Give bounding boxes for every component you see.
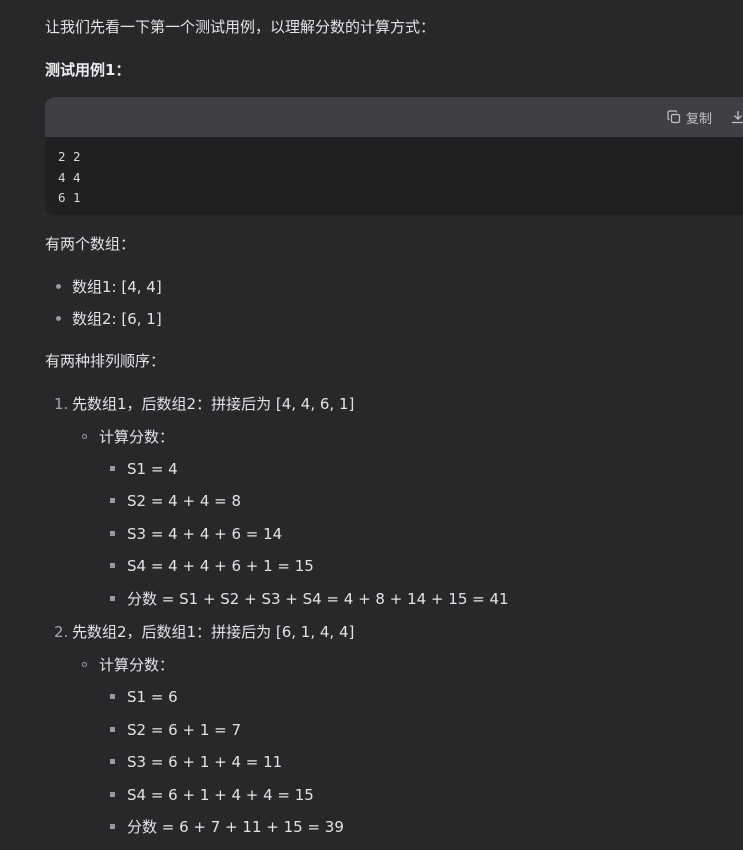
code-line: 2 2	[58, 149, 81, 164]
bullet-square	[110, 596, 115, 601]
orders-heading: 有两种排列顺序：	[45, 352, 166, 370]
sub-label: 计算分数：	[99, 656, 175, 674]
list-number: 1.	[54, 395, 69, 413]
step-item: S3 = 4 + 4 + 6 = 14	[127, 525, 283, 543]
copy-icon	[667, 110, 681, 124]
bullet-square	[110, 727, 115, 732]
bullet-square	[110, 466, 115, 471]
order-title: 先数组1，后数组2：拼接后为 [4, 4, 6, 1]	[72, 395, 355, 413]
step-item: S4 = 6 + 1 + 4 + 4 = 15	[127, 786, 314, 804]
arrays-heading: 有两个数组：	[45, 235, 136, 253]
download-icon	[731, 110, 743, 124]
download-button[interactable]	[731, 107, 743, 127]
step-item: S1 = 6	[127, 688, 178, 706]
code-line: 6 1	[58, 190, 81, 205]
bullet-square	[110, 824, 115, 829]
copy-button[interactable]: 复制	[667, 107, 712, 127]
step-item: 分数 = 6 + 7 + 11 + 15 = 39	[127, 818, 344, 836]
code-line: 4 4	[58, 169, 81, 185]
code-content: 2 2 4 4 6 1	[45, 137, 743, 209]
bullet-disc	[56, 316, 61, 321]
bullet-square	[110, 759, 115, 764]
bullet-square	[110, 792, 115, 797]
bullet-circle	[82, 662, 87, 667]
bullet-disc	[56, 284, 61, 289]
step-item: S3 = 6 + 1 + 4 = 11	[127, 753, 283, 771]
step-item: S4 = 4 + 4 + 6 + 1 = 15	[127, 557, 314, 575]
sub-label: 计算分数：	[99, 428, 175, 446]
test-case-heading: 测试用例1：	[45, 61, 131, 79]
bullet-square	[110, 531, 115, 536]
copy-label: 复制	[686, 111, 713, 127]
list-item: 数组2: [6, 1]	[72, 310, 162, 328]
order-title: 先数组2，后数组1：拼接后为 [6, 1, 4, 4]	[72, 623, 355, 641]
bullet-square	[110, 694, 115, 699]
list-number: 2.	[54, 623, 69, 641]
code-block: 复制 2 2 4 4 6 1	[45, 97, 743, 215]
list-item: 数组1: [4, 4]	[72, 278, 162, 296]
step-item: 分数 = S1 + S2 + S3 + S4 = 4 + 8 + 14 + 15…	[127, 590, 509, 608]
code-block-header: 复制	[45, 97, 743, 137]
bullet-square	[110, 498, 115, 503]
step-item: S2 = 4 + 4 = 8	[127, 492, 242, 510]
bullet-square	[110, 563, 115, 568]
step-item: S1 = 4	[127, 460, 178, 478]
step-item: S2 = 6 + 1 = 7	[127, 721, 242, 739]
bullet-circle	[82, 434, 87, 439]
intro-text: 让我们先看一下第一个测试用例，以理解分数的计算方式：	[45, 18, 436, 36]
